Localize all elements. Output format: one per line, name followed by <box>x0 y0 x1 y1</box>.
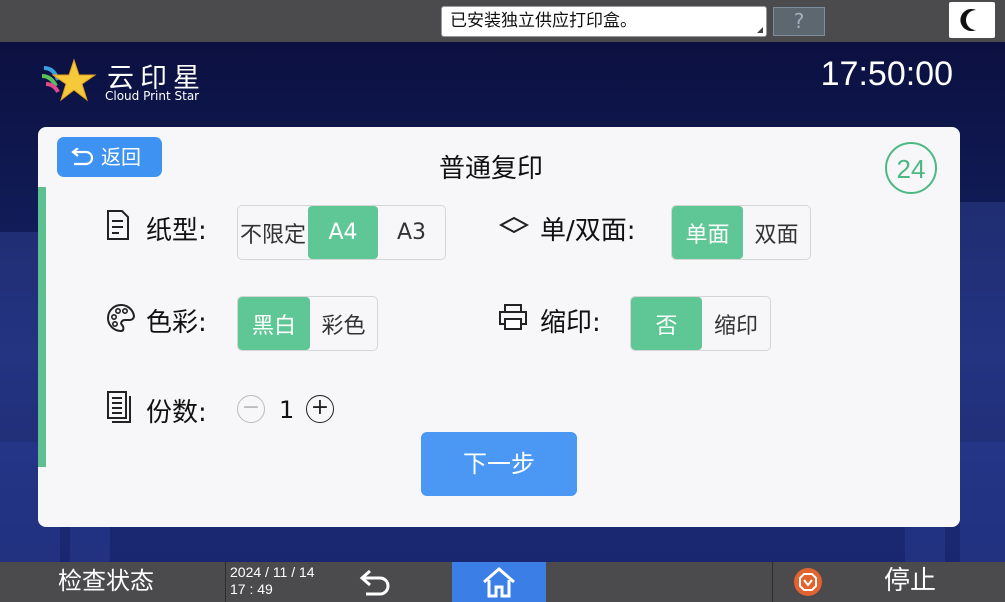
timeout-counter: 24 <box>885 142 937 194</box>
next-step-button[interactable]: 下一步 <box>421 432 577 496</box>
document-icon <box>107 210 129 240</box>
duplex-label: 单/双面: <box>540 216 636 246</box>
paper-type-label: 纸型: <box>146 216 207 246</box>
status-message-text: 已安装独立供应打印盒。 <box>450 11 637 31</box>
duplex-selector: 单面 双面 <box>671 205 811 260</box>
printer-icon <box>499 304 527 330</box>
duplex-icon <box>499 216 529 234</box>
back-nav-button[interactable] <box>356 568 392 596</box>
back-button[interactable]: 返回 <box>57 137 162 177</box>
back-button-label: 返回 <box>101 145 141 169</box>
copies-stack-icon <box>107 391 131 423</box>
palette-icon <box>107 303 136 333</box>
increment-button[interactable]: + <box>306 395 334 423</box>
date-time-display: 2024 / 11 / 14 17 : 49 <box>230 564 315 598</box>
shrink-option-no[interactable]: 否 <box>631 297 702 350</box>
paper-option-unlimited[interactable]: 不限定 <box>238 206 308 259</box>
status-message-box[interactable]: 已安装独立供应打印盒。 <box>441 6 767 37</box>
color-option-color[interactable]: 彩色 <box>310 297 377 350</box>
check-status-button[interactable]: 检查状态 <box>58 563 154 599</box>
home-button[interactable] <box>452 562 546 602</box>
moon-icon <box>960 9 976 31</box>
home-icon <box>483 567 515 598</box>
logo-subtitle: Cloud Print Star <box>105 89 200 103</box>
undo-arrow-icon <box>359 569 390 596</box>
resize-corner-icon <box>757 27 763 33</box>
shrink-print-selector: 否 缩印 <box>630 296 771 351</box>
night-mode-button[interactable] <box>949 2 995 38</box>
panel-side-accent <box>38 187 46 467</box>
star-logo-icon <box>41 58 97 102</box>
duplex-option-single[interactable]: 单面 <box>672 206 743 259</box>
return-arrow-icon <box>71 148 94 166</box>
shrink-option-yes[interactable]: 缩印 <box>702 297 770 350</box>
date-line: 2024 / 11 / 14 <box>230 564 315 580</box>
paper-option-a3[interactable]: A3 <box>378 206 445 259</box>
time-line: 17 : 49 <box>230 581 273 597</box>
help-button[interactable]: ? <box>773 7 825 36</box>
stop-octagon-icon <box>799 573 817 591</box>
color-option-bw[interactable]: 黑白 <box>238 297 310 350</box>
decrement-button[interactable]: − <box>237 395 265 423</box>
copies-label: 份数: <box>146 398 207 428</box>
bottom-divider-right <box>772 562 773 602</box>
page-title: 普通复印 <box>439 154 544 184</box>
paper-type-selector: 不限定 A4 A3 <box>237 205 446 260</box>
shrink-print-label: 缩印: <box>540 308 601 338</box>
color-selector: 黑白 彩色 <box>237 296 378 351</box>
stop-icon[interactable] <box>794 568 822 596</box>
clock: 17:50:00 <box>820 55 953 93</box>
stop-button[interactable]: 停止 <box>884 563 936 599</box>
bottom-divider <box>225 562 226 602</box>
copies-value: 1 <box>279 396 295 424</box>
paper-option-a4[interactable]: A4 <box>308 206 378 259</box>
color-label: 色彩: <box>146 308 207 338</box>
duplex-option-double[interactable]: 双面 <box>743 206 810 259</box>
